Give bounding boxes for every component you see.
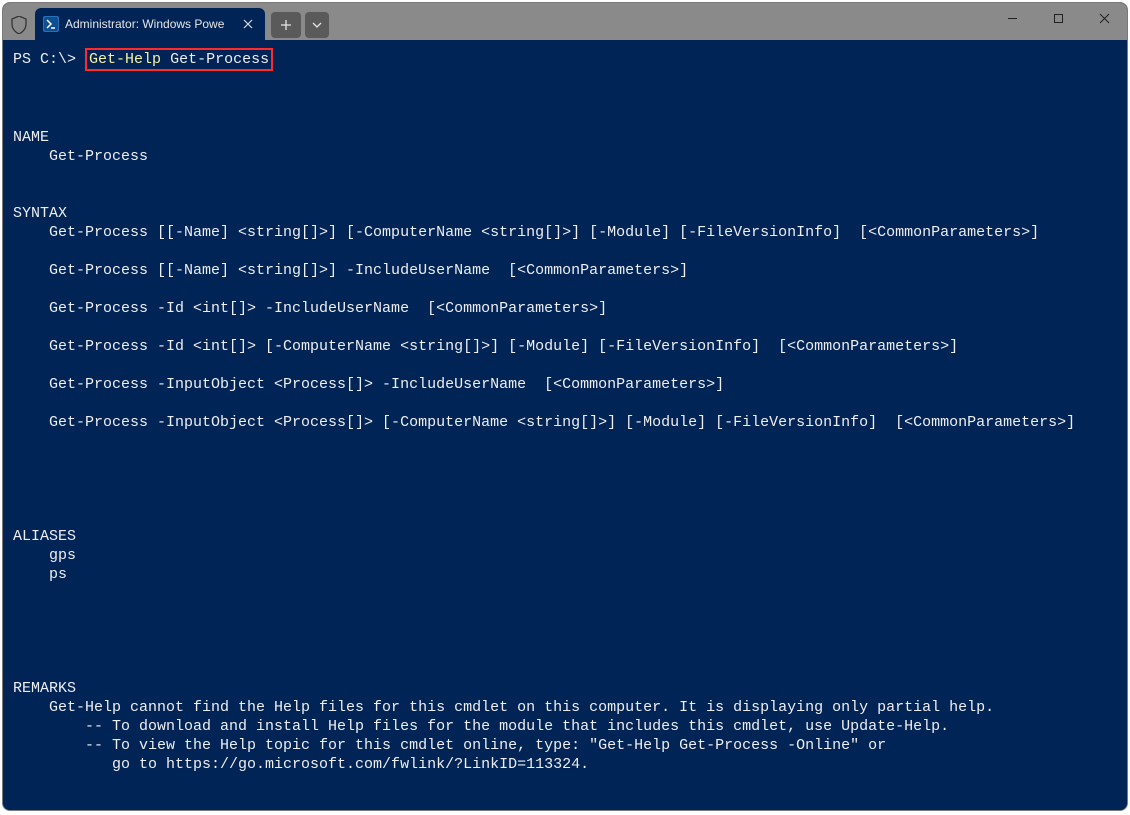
command-arg: Get-Process [170, 51, 269, 68]
syntax-header: SYNTAX [13, 205, 67, 222]
window-controls [989, 3, 1127, 40]
command-cmdlet: Get-Help [89, 51, 161, 68]
maximize-button[interactable] [1035, 3, 1081, 33]
syntax-body: Get-Process [[-Name] <string[]>] [-Compu… [13, 223, 1117, 432]
command-highlight: Get-Help Get-Process [85, 48, 273, 71]
tab-close-button[interactable] [239, 15, 257, 33]
remarks-header: REMARKS [13, 680, 76, 697]
remarks-body: Get-Help cannot find the Help files for … [13, 698, 1117, 774]
tab-dropdown-button[interactable] [305, 12, 329, 38]
name-header: NAME [13, 129, 49, 146]
minimize-button[interactable] [989, 3, 1035, 33]
prompt: PS C:\> [13, 51, 76, 68]
titlebar: Administrator: Windows Powe [3, 3, 1127, 40]
powershell-icon [43, 16, 59, 32]
tab-powershell[interactable]: Administrator: Windows Powe [35, 8, 265, 40]
aliases-body: gps ps [13, 546, 1117, 584]
terminal-output[interactable]: PS C:\> Get-Help Get-Process NAME Get-Pr… [3, 40, 1127, 810]
tab-title: Administrator: Windows Powe [65, 17, 233, 31]
shield-icon [9, 15, 29, 35]
titlebar-left: Administrator: Windows Powe [3, 8, 329, 40]
name-value: Get-Process [13, 148, 148, 165]
powershell-window: Administrator: Windows Powe [2, 2, 1128, 811]
new-tab-button[interactable] [271, 12, 301, 38]
tab-actions [271, 12, 329, 38]
aliases-header: ALIASES [13, 528, 76, 545]
close-button[interactable] [1081, 3, 1127, 33]
